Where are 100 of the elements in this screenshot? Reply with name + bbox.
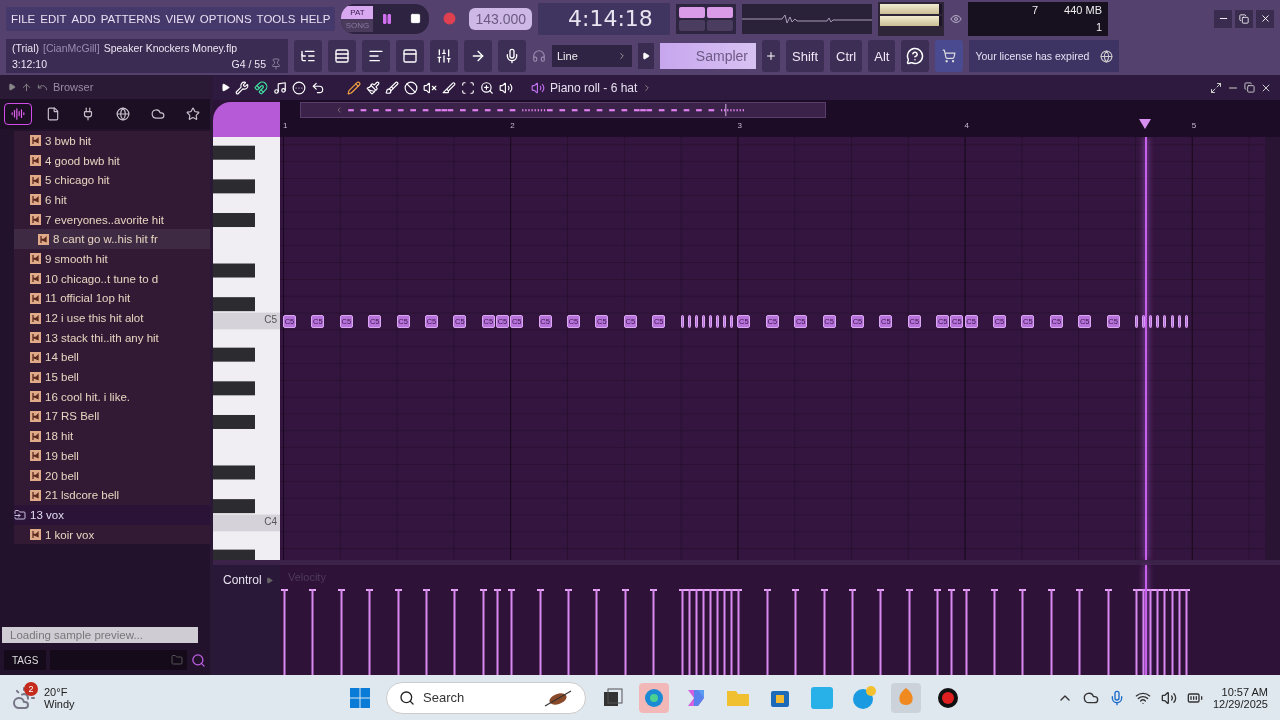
sample-item[interactable]: 10 chicago..t tune to d <box>14 268 210 289</box>
tag-field[interactable] <box>50 650 187 670</box>
slice-icon[interactable] <box>442 80 456 95</box>
magnet-icon[interactable] <box>254 80 268 95</box>
pin-icon[interactable] <box>270 58 282 71</box>
search-field[interactable]: Search <box>386 681 586 714</box>
eye-icon[interactable] <box>950 12 962 25</box>
channel-rack-button[interactable] <box>328 40 356 73</box>
menu-item[interactable]: EDIT <box>40 12 67 25</box>
note[interactable] <box>701 314 705 328</box>
headphones-icon[interactable] <box>532 49 546 64</box>
note-icon[interactable] <box>273 80 287 95</box>
note[interactable] <box>694 314 698 328</box>
note[interactable] <box>1135 314 1138 328</box>
note[interactable] <box>680 314 684 328</box>
note[interactable] <box>723 314 727 328</box>
pencil-icon[interactable] <box>347 80 361 95</box>
cart-icon[interactable] <box>942 49 957 64</box>
modifier-key[interactable]: Alt <box>868 40 896 73</box>
question-bubble-icon[interactable] <box>906 47 925 66</box>
menu-item[interactable]: ADD <box>71 12 96 25</box>
scrollbar[interactable] <box>1265 137 1280 560</box>
minimize-button[interactable] <box>1214 9 1232 28</box>
sample-item[interactable]: 16 cool hit. i like. <box>14 386 210 407</box>
add-button[interactable] <box>762 40 780 73</box>
menu-item[interactable]: VIEW <box>165 12 195 25</box>
sample-item[interactable]: 1 koir vox <box>14 524 210 545</box>
note[interactable] <box>1184 314 1188 328</box>
sample-item[interactable]: 5 chicago hit <box>14 170 210 191</box>
menu-item[interactable]: FILE <box>11 12 36 25</box>
sample-item[interactable]: 4 good bwb hit <box>14 150 210 171</box>
note[interactable] <box>1177 314 1181 328</box>
play-arrow-button[interactable] <box>638 43 654 70</box>
sliders-icon[interactable] <box>436 48 452 65</box>
sample-item[interactable]: 15 bell <box>14 367 210 387</box>
microphone-button[interactable] <box>498 40 526 73</box>
restore-button[interactable] <box>1235 9 1253 28</box>
sample-item[interactable]: 13 stack thi..ith any hit <box>14 327 210 348</box>
help-button[interactable] <box>901 40 930 73</box>
menu-icon[interactable] <box>292 80 306 95</box>
sample-item[interactable]: 21 lsdcore bell <box>14 485 210 506</box>
tags-button[interactable]: TAGS <box>4 650 47 670</box>
brush-icon[interactable] <box>366 80 380 95</box>
note[interactable] <box>1163 314 1167 328</box>
weather-icon[interactable] <box>12 685 36 710</box>
mode-toggle[interactable]: PAT <box>341 5 374 19</box>
sample-item[interactable]: 17 RS Bell <box>14 406 210 427</box>
sample-item[interactable]: 19 bell <box>14 446 210 466</box>
playlist-button[interactable] <box>396 40 424 73</box>
channel-selector[interactable]: Sampler <box>660 43 756 70</box>
note[interactable] <box>709 314 712 328</box>
speaker-icon[interactable] <box>499 80 513 95</box>
snap-dropdown[interactable]: Line <box>552 45 632 68</box>
browser-button[interactable] <box>294 40 322 73</box>
cart-button[interactable] <box>935 40 964 73</box>
microphone-icon[interactable] <box>504 48 520 65</box>
browser-app-icon[interactable] <box>638 681 670 714</box>
wrench-icon[interactable] <box>235 80 249 95</box>
sample-item[interactable]: 12 i use this hit alot <box>14 308 210 328</box>
menu-item[interactable]: TOOLS <box>256 12 296 25</box>
sample-item[interactable]: 11 official 1op hit <box>14 288 210 309</box>
sample-item[interactable]: 7 everyones..avorite hit <box>14 209 210 230</box>
sample-item[interactable]: 18 hit <box>14 426 210 446</box>
rows-icon[interactable] <box>334 48 350 65</box>
tempo-display[interactable]: 143.000 <box>469 7 532 30</box>
piano-roll-button[interactable] <box>362 40 390 73</box>
browser-tab[interactable] <box>3 103 32 125</box>
brush-plus-icon[interactable] <box>385 80 399 95</box>
sample-item[interactable]: 14 bell <box>14 347 210 368</box>
mute-icon[interactable] <box>423 80 437 95</box>
playhead-marker[interactable] <box>1139 119 1152 129</box>
expand-icon[interactable] <box>1210 81 1222 94</box>
menu-item[interactable]: PATTERNS <box>100 12 161 25</box>
note[interactable] <box>1170 314 1174 328</box>
menu-item[interactable]: OPTIONS <box>199 12 252 25</box>
arrow-button[interactable] <box>464 40 492 73</box>
search-icon[interactable] <box>191 652 206 668</box>
piano-keyboard[interactable]: C5 C4 <box>213 137 280 560</box>
delete-icon[interactable] <box>404 80 418 95</box>
zoom-icon[interactable] <box>480 80 494 95</box>
playlist-icon[interactable] <box>402 48 418 65</box>
note[interactable] <box>1149 314 1153 328</box>
speaker-icon[interactable] <box>1160 689 1177 706</box>
note[interactable] <box>716 314 720 328</box>
sample-item[interactable]: 3 bwb hit <box>14 131 210 151</box>
note[interactable] <box>730 314 734 328</box>
control-label[interactable]: Control <box>223 573 262 587</box>
sample-item[interactable]: 20 bell <box>14 465 210 486</box>
undo-icon[interactable] <box>311 80 325 95</box>
tool-tab[interactable] <box>213 102 280 137</box>
sample-item[interactable]: 9 smooth hit <box>14 249 210 269</box>
sample-item[interactable]: 6 hit <box>14 190 210 210</box>
note[interactable] <box>687 314 691 328</box>
close-button[interactable] <box>1256 9 1274 28</box>
select-icon[interactable] <box>461 80 475 95</box>
menu-item[interactable]: HELP <box>300 12 331 25</box>
globe-icon[interactable] <box>1100 49 1114 63</box>
modifier-key[interactable]: Shift <box>786 40 824 73</box>
folder-item[interactable]: 13 vox <box>14 505 210 525</box>
up-arrow-icon[interactable] <box>21 81 32 93</box>
